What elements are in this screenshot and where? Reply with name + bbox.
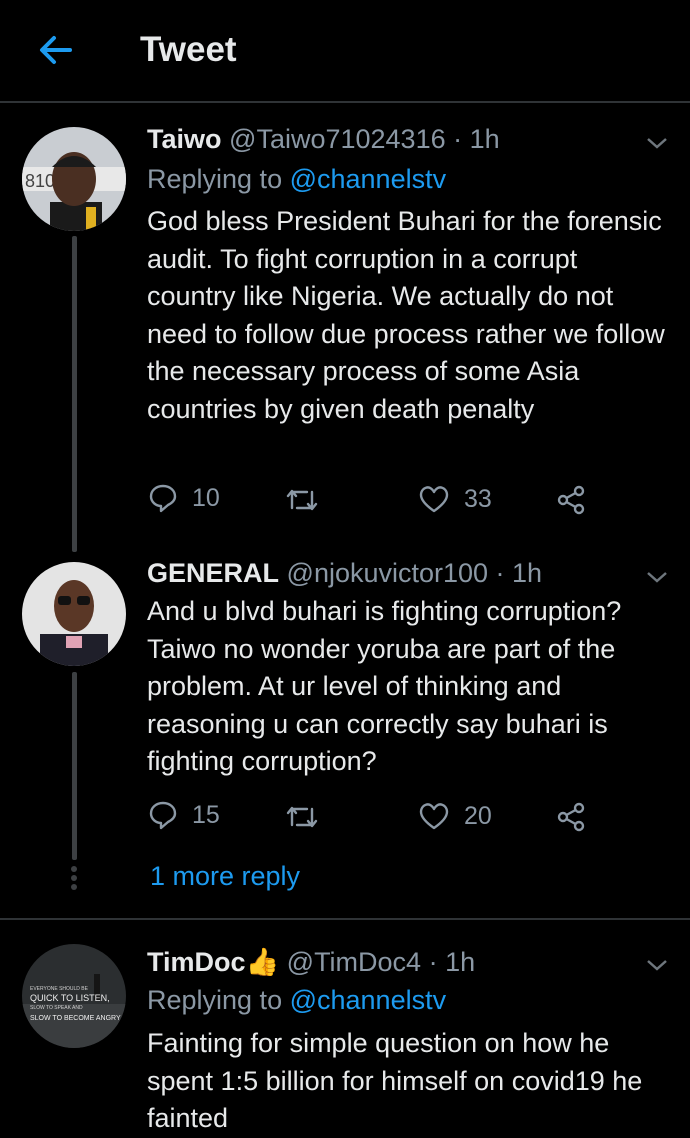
like-button[interactable]: 33 bbox=[418, 484, 492, 514]
avatar-text: QUICK TO LISTEN, bbox=[30, 993, 110, 1003]
retweet-button[interactable] bbox=[285, 486, 333, 514]
reply-count: 15 bbox=[192, 800, 220, 829]
back-arrow-icon[interactable] bbox=[34, 28, 78, 72]
tweet-divider bbox=[0, 918, 690, 920]
avatar-text: SLOW TO BECOME ANGRY bbox=[30, 1015, 121, 1022]
replying-to: Replying to @channelstv bbox=[147, 164, 447, 194]
tweet-text: And u blvd buhari is fighting corruption… bbox=[147, 596, 622, 776]
top-bar: Tweet bbox=[0, 0, 690, 100]
author-handle[interactable]: @njokuvictor100 · 1h bbox=[287, 558, 543, 588]
reply-icon bbox=[149, 484, 177, 513]
heart-icon bbox=[419, 486, 449, 513]
retweet-icon bbox=[286, 489, 318, 511]
avatar[interactable] bbox=[22, 562, 126, 666]
thread-dots bbox=[71, 866, 77, 893]
share-button[interactable] bbox=[555, 801, 601, 833]
tweet-header: TimDoc👍 @TimDoc4 · 1h bbox=[147, 946, 475, 978]
share-icon bbox=[557, 802, 585, 832]
replying-to: Replying to @channelstv bbox=[147, 985, 447, 1015]
chevron-down-icon[interactable] bbox=[644, 956, 670, 974]
reply-button[interactable]: 10 bbox=[148, 483, 220, 513]
chevron-down-icon[interactable] bbox=[644, 568, 670, 586]
more-replies-link[interactable]: 1 more reply bbox=[150, 861, 300, 892]
reply-button[interactable]: 15 bbox=[148, 800, 220, 830]
avatar[interactable]: 810 bbox=[22, 127, 126, 231]
tweet-header: Taiwo @Taiwo71024316 · 1h bbox=[147, 124, 500, 155]
author-name[interactable]: TimDoc👍 bbox=[147, 947, 279, 977]
page-title: Tweet bbox=[140, 30, 237, 69]
like-button[interactable]: 20 bbox=[418, 801, 492, 831]
tweet-header: GENERAL @njokuvictor100 · 1h bbox=[147, 558, 542, 589]
avatar[interactable]: EVERYONE SHOULD BE QUICK TO LISTEN, SLOW… bbox=[22, 944, 126, 1048]
header-divider bbox=[0, 101, 690, 103]
share-button[interactable] bbox=[555, 484, 601, 516]
retweet-icon bbox=[286, 806, 318, 828]
retweet-button[interactable] bbox=[285, 803, 333, 831]
mention-link[interactable]: @channelstv bbox=[290, 164, 447, 194]
share-icon bbox=[557, 485, 585, 515]
tweet-text: God bless President Buhari for the foren… bbox=[147, 206, 665, 424]
mention-link[interactable]: @channelstv bbox=[290, 985, 447, 1015]
chevron-down-icon[interactable] bbox=[644, 134, 670, 152]
tweet-text: Fainting for simple question on how he s… bbox=[147, 1028, 643, 1133]
author-handle[interactable]: @TimDoc4 · 1h bbox=[287, 947, 475, 977]
author-name[interactable]: GENERAL bbox=[147, 558, 279, 588]
like-count: 33 bbox=[464, 484, 492, 513]
avatar-text: SLOW TO SPEAK AND bbox=[30, 1005, 83, 1011]
reply-icon bbox=[149, 801, 177, 830]
author-handle[interactable]: @Taiwo71024316 · 1h bbox=[229, 124, 500, 154]
reply-count: 10 bbox=[192, 483, 220, 512]
thread-line bbox=[72, 672, 77, 860]
like-count: 20 bbox=[464, 801, 492, 830]
svg-text:810: 810 bbox=[25, 171, 55, 191]
heart-icon bbox=[419, 803, 449, 830]
thread-line bbox=[72, 236, 77, 552]
avatar-text: EVERYONE SHOULD BE bbox=[30, 986, 89, 992]
author-name[interactable]: Taiwo bbox=[147, 124, 222, 154]
